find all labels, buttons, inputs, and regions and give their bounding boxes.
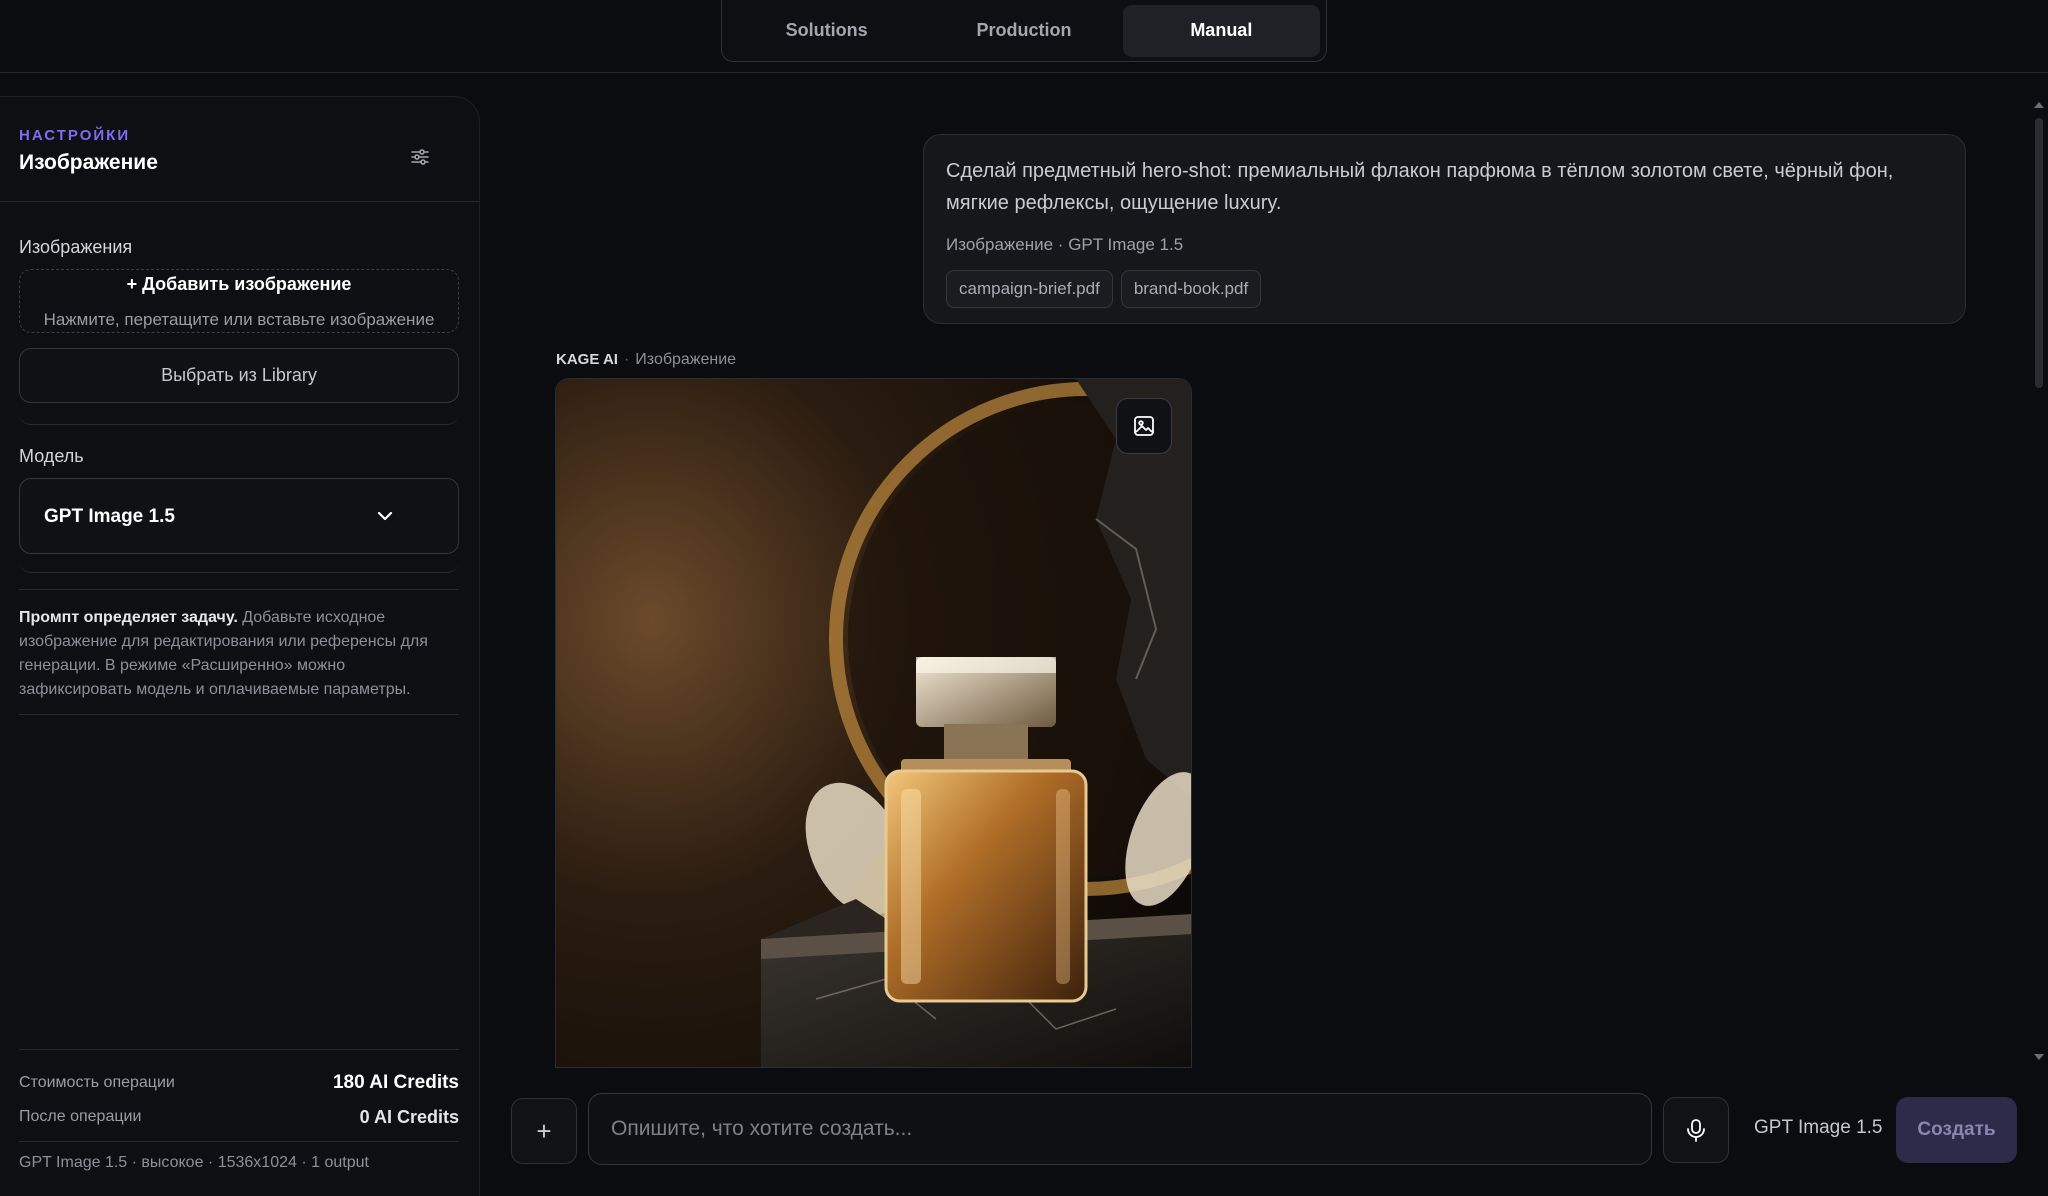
tab-production[interactable]: Production [925, 5, 1122, 57]
chevron-down-icon [377, 511, 393, 521]
images-label: Изображения [19, 237, 133, 257]
add-image-label: + Добавить изображение [126, 274, 352, 294]
after-label: После операции [19, 1108, 142, 1125]
mode-switch: Solutions Production Manual [721, 0, 1327, 62]
perfume-image [556, 379, 1191, 1067]
tab-solutions[interactable]: Solutions [728, 5, 925, 57]
panel-eyebrow: НАСТРОЙКИ [19, 127, 131, 144]
attachment-chip[interactable]: campaign-brief.pdf [946, 270, 1113, 308]
settings-panel: НАСТРОЙКИ Изображение Изображения + Доба… [0, 96, 480, 1196]
user-message-meta: Изображение · GPT Image 1.5 [946, 235, 1184, 254]
image-dropzone[interactable]: + Добавить изображение Нажмите, перетащи… [19, 269, 459, 333]
composer-model-selector[interactable]: GPT Image 1.5 [1754, 1117, 1883, 1139]
panel-header: НАСТРОЙКИ Изображение [0, 97, 479, 202]
settings-toggle-button[interactable] [400, 137, 440, 177]
attach-button[interactable]: + [511, 1098, 577, 1164]
model-select[interactable]: GPT Image 1.5 [19, 478, 459, 554]
microphone-icon [1687, 1119, 1705, 1142]
generated-image[interactable] [555, 378, 1192, 1068]
divider [19, 714, 459, 715]
prompt-input[interactable] [588, 1093, 1652, 1165]
scrollbar-thumb[interactable] [2035, 118, 2043, 388]
scroll-up-arrow[interactable] [2034, 102, 2044, 108]
tab-manual[interactable]: Manual [1122, 4, 1320, 57]
cost-value: 180 AI Credits [332, 1072, 459, 1093]
prompt-hint: Промпт определяет задачу. Добавьте исход… [19, 606, 459, 702]
model-label: Модель [19, 446, 84, 466]
attachments: campaign-brief.pdf brand-book.pdf [946, 270, 1262, 308]
image-icon [1134, 416, 1154, 436]
create-button[interactable]: Создать [1896, 1097, 2017, 1163]
scroll-down-arrow[interactable] [2034, 1054, 2044, 1060]
divider [19, 589, 459, 590]
prompt-hint-bold: Промпт определяет задачу. [19, 609, 238, 626]
top-bar: Solutions Production Manual [0, 0, 2048, 73]
cost-label: Стоимость операции [19, 1074, 175, 1091]
divider [19, 1049, 459, 1050]
model-select-value: GPT Image 1.5 [44, 506, 175, 527]
user-message-text: Сделай предметный hero-shot: премиальный… [946, 160, 1894, 214]
section-divider [19, 411, 459, 425]
image-action-button[interactable] [1116, 398, 1172, 454]
library-button[interactable]: Выбрать из Library [19, 348, 459, 403]
ai-brand: KAGE AI [556, 351, 618, 368]
generation-params: GPT Image 1.5 · высокое · 1536x1024 · 1 … [19, 1154, 369, 1171]
attachment-chip[interactable]: brand-book.pdf [1120, 270, 1262, 308]
after-cost-row: После операции 0 AI Credits [19, 1105, 459, 1129]
mic-button[interactable] [1663, 1097, 1729, 1163]
section-divider [19, 559, 459, 573]
sliders-icon [411, 149, 429, 165]
panel-title: Изображение [19, 151, 158, 174]
user-message: Сделай предметный hero-shot: премиальный… [923, 134, 1966, 324]
after-value: 0 AI Credits [359, 1106, 459, 1127]
divider [19, 1141, 459, 1142]
ai-response-type: Изображение [635, 351, 737, 368]
cost-row: Стоимость операции 180 AI Credits [19, 1071, 459, 1095]
ai-response-label: KAGE AI · Изображение [556, 351, 737, 368]
dropzone-hint: Нажмите, перетащите или вставьте изображ… [43, 310, 435, 329]
